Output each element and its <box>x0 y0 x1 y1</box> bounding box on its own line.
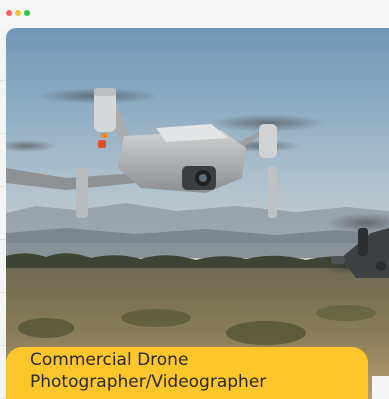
caption-line-2: Photographer/Videographer <box>30 372 267 392</box>
zoom-dot[interactable] <box>24 10 30 16</box>
page-edge <box>372 376 389 399</box>
drone-photo <box>6 28 389 399</box>
service-title-label: Commercial Drone Photographer/Videograph… <box>6 347 368 399</box>
title-bar <box>0 0 389 28</box>
caption-line-1: Commercial Drone <box>30 350 189 370</box>
minimize-dot[interactable] <box>15 10 21 16</box>
browser-window: Commercial Drone Photographer/Videograph… <box>0 0 389 399</box>
close-dot[interactable] <box>6 10 12 16</box>
window-controls <box>6 10 30 16</box>
service-card[interactable] <box>6 28 389 399</box>
